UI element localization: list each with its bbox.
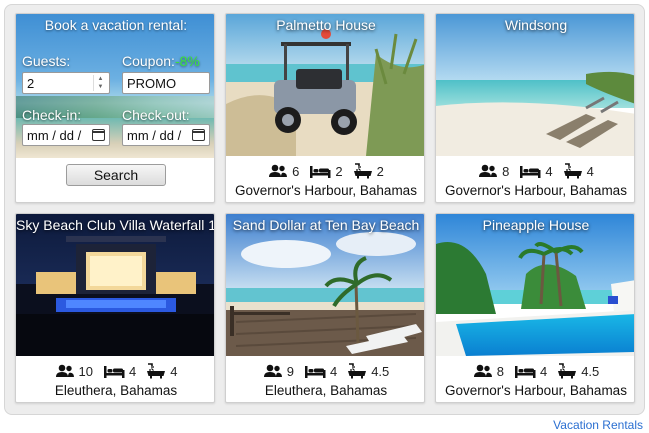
guests-count: 6: [292, 163, 300, 179]
property-card-pineapple-house[interactable]: Pineapple House 8 4 4.5 Governor's Harbo…: [435, 213, 635, 403]
people-icon: [479, 164, 498, 177]
baths-count: 4.5: [371, 363, 390, 379]
property-title[interactable]: Palmetto House: [226, 14, 424, 36]
bathtub-icon: [563, 163, 582, 179]
baths-count: 4: [586, 163, 594, 179]
beds-count: 4: [539, 363, 548, 379]
amenities-row: 9 4 4.5: [226, 362, 424, 380]
people-icon: [473, 364, 492, 377]
guests-count: 10: [78, 363, 93, 379]
rentals-widget-frame: Book a vacation rental: Guests: 2 ▲ ▼ Cou…: [4, 4, 645, 415]
bed-icon: [304, 366, 326, 378]
beds-count: 4: [545, 163, 553, 179]
guests-input[interactable]: 2 ▲ ▼: [22, 72, 110, 94]
property-title[interactable]: Sand Dollar at Ten Bay Beach: [226, 214, 424, 236]
guests-count: 9: [286, 363, 294, 379]
property-card-palmetto-house[interactable]: Palmetto House 6 2 2 Governor's Harbour,…: [225, 13, 425, 203]
guests-count: 8: [502, 163, 510, 179]
bathtub-icon: [558, 363, 577, 379]
people-icon: [269, 164, 288, 177]
bed-icon: [310, 166, 331, 178]
coupon-input[interactable]: PROMO: [122, 72, 210, 94]
coupon-discount: -8%: [174, 53, 200, 69]
property-card-sky-beach-club-villa[interactable]: Sky Beach Club Villa Waterfall 1 10 4 4 …: [15, 213, 215, 403]
bed-icon: [514, 366, 536, 378]
property-location: Governor's Harbour, Bahamas: [235, 183, 417, 198]
bathtub-icon: [147, 363, 166, 379]
people-icon: [55, 364, 74, 377]
baths-count: 2: [376, 163, 384, 179]
amenities-row: 6 2 2: [226, 162, 424, 180]
calendar-icon[interactable]: [192, 129, 205, 141]
coupon-value: PROMO: [127, 76, 177, 91]
baths-count: 4: [170, 363, 178, 379]
checkin-label: Check-in:: [22, 107, 82, 123]
property-title[interactable]: Pineapple House: [436, 214, 634, 236]
amenities-row: 10 4 4: [16, 362, 214, 380]
checkin-placeholder: mm / dd /: [27, 128, 82, 143]
property-location: Governor's Harbour, Bahamas: [445, 183, 627, 198]
checkout-label: Check-out:: [122, 107, 190, 123]
property-title[interactable]: Windsong: [436, 14, 634, 36]
vacation-rentals-link[interactable]: Vacation Rentals: [553, 418, 643, 432]
property-location: Eleuthera, Bahamas: [54, 383, 178, 398]
calendar-icon[interactable]: [92, 129, 105, 141]
checkin-date-input[interactable]: mm / dd /: [22, 124, 110, 146]
guests-label: Guests:: [22, 53, 71, 69]
widget-title: Book a vacation rental:: [44, 17, 188, 33]
bathtub-icon: [348, 363, 367, 379]
checkout-date-input[interactable]: mm / dd /: [122, 124, 210, 146]
property-title[interactable]: Sky Beach Club Villa Waterfall 1: [16, 214, 214, 236]
people-icon: [263, 364, 282, 377]
search-button[interactable]: Search: [66, 164, 166, 186]
beds-count: 4: [329, 363, 338, 379]
guests-value: 2: [27, 76, 35, 91]
amenities-row: 8 4 4.5: [436, 362, 634, 380]
property-card-sand-dollar[interactable]: Sand Dollar at Ten Bay Beach 9 4 4.5 Ele…: [225, 213, 425, 403]
amenities-row: 8 4 4: [436, 162, 634, 180]
bed-icon: [520, 166, 541, 178]
bed-icon: [104, 366, 125, 378]
beds-count: 2: [335, 163, 343, 179]
baths-count: 4.5: [581, 363, 600, 379]
guests-count: 8: [496, 363, 504, 379]
beds-count: 4: [129, 363, 137, 379]
guests-stepper[interactable]: ▲ ▼: [93, 75, 107, 91]
property-location: Eleuthera, Bahamas: [264, 383, 388, 398]
bathtub-icon: [353, 163, 372, 179]
search-panel: Book a vacation rental: Guests: 2 ▲ ▼ Cou…: [15, 13, 215, 203]
property-location: Governor's Harbour, Bahamas: [445, 383, 627, 398]
coupon-label-text: Coupon:: [122, 53, 175, 69]
coupon-label: Coupon:-8%: [122, 53, 200, 69]
property-card-windsong[interactable]: Windsong 8 4 4 Governor's Harbour, Baham…: [435, 13, 635, 203]
checkout-placeholder: mm / dd /: [127, 128, 182, 143]
